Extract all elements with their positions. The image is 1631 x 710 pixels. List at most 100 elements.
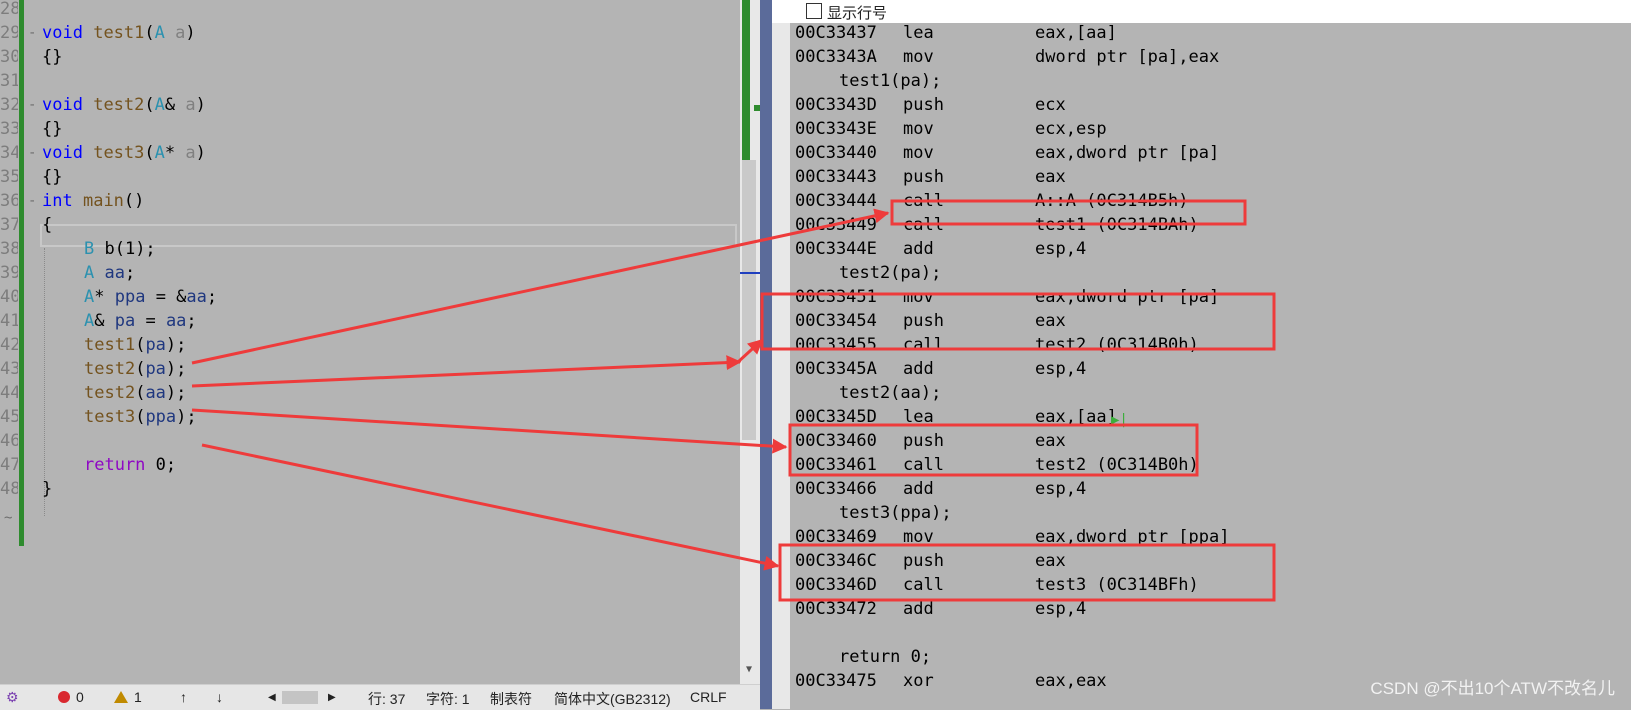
code-text: ; — [206, 287, 218, 307]
instruction-address: 00C33469 — [795, 527, 877, 547]
keyword: int — [42, 191, 73, 211]
warning-icon — [114, 691, 128, 703]
hscroll-right-icon[interactable]: ▶ — [328, 692, 336, 703]
show-line-numbers-checkbox[interactable] — [806, 3, 822, 19]
punctuation: ( — [144, 143, 155, 163]
variable-name: aa — [94, 263, 125, 283]
code-line-41[interactable]: A& pa = aa; — [84, 311, 197, 331]
fold-toggle-test1[interactable]: - — [28, 25, 36, 41]
health-icon[interactable]: ⚙ — [6, 689, 19, 706]
instruction-operands: esp,4 — [1035, 239, 1087, 259]
type-name: A — [84, 311, 95, 331]
scrollbar-thumb[interactable] — [742, 160, 756, 440]
code-text: b(1); — [94, 239, 156, 259]
code-text: = & — [145, 287, 187, 307]
variable-name: ppa — [145, 407, 177, 427]
code-line-37[interactable]: { — [42, 215, 52, 235]
code-line-39[interactable]: A aa; — [84, 263, 135, 283]
instruction-opcode: mov — [903, 287, 934, 307]
instruction-operands: test1 (0C314BAh) — [1035, 215, 1199, 235]
line-number: 44 — [0, 383, 18, 403]
code-line-36[interactable]: int main() — [42, 191, 144, 211]
indent-mode[interactable]: 制表符 — [490, 689, 532, 709]
type-name: A — [154, 95, 165, 115]
code-line-32[interactable]: void test2(A& a) — [42, 95, 206, 115]
code-line-45[interactable]: test3(ppa); — [84, 407, 197, 427]
hscroll-left-icon[interactable]: ◀ — [268, 692, 276, 703]
punctuation: ( — [144, 23, 155, 43]
fold-toggle-test3[interactable]: - — [28, 145, 36, 161]
code-line-34[interactable]: void test3(A* a) — [42, 143, 206, 163]
cursor-char[interactable]: 字符: 1 — [426, 689, 470, 709]
fold-toggle-test2[interactable]: - — [28, 97, 36, 113]
instruction-address: 00C3343A — [795, 47, 877, 67]
code-line-42[interactable]: test1(pa); — [84, 335, 186, 355]
file-encoding[interactable]: 简体中文(GB2312) — [554, 689, 671, 709]
disassembly-margin — [772, 23, 790, 709]
error-icon — [58, 691, 70, 703]
parameter-name: a — [185, 143, 196, 163]
code-line-44[interactable]: test2(aa); — [84, 383, 186, 403]
variable-name: pa — [114, 311, 136, 331]
type-name: A — [84, 287, 95, 307]
keyword: void — [42, 23, 83, 43]
instruction-opcode: push — [903, 431, 944, 451]
code-line-48[interactable]: } — [42, 479, 52, 499]
code-text: ); — [176, 407, 197, 427]
code-editor[interactable]: 28 29 30 31 32 33 34 35 36 37 38 39 40 41 42 43 44 45 46 47… — [0, 0, 740, 684]
punctuation — [165, 23, 175, 43]
code-text: ); — [165, 335, 187, 355]
editor-vertical-scrollbar[interactable]: ▼ — [740, 0, 760, 684]
line-number: 40 — [0, 287, 18, 307]
cursor-line[interactable]: 行: 37 — [368, 689, 405, 709]
previous-issue-button[interactable]: ↑ — [180, 689, 187, 705]
error-count-value: 0 — [76, 689, 84, 705]
code-text: & — [94, 311, 115, 331]
parameter-name: a — [175, 23, 186, 43]
line-number: 38 — [0, 239, 18, 259]
instruction-address: 00C33437 — [795, 23, 877, 43]
code-line-30[interactable]: {} — [42, 47, 62, 67]
disassembly-window[interactable]: 显示行号 00C33437 lea eax,[aa] 00C3343A mov dword… — [772, 0, 1631, 709]
instruction-opcode: push — [903, 95, 944, 115]
source-line-text: test2(aa); — [839, 383, 942, 403]
code-line-29[interactable]: void test1(A a) — [42, 23, 196, 43]
line-number: 39 — [0, 263, 18, 283]
warning-count[interactable]: 1 — [114, 689, 142, 705]
parameter-name: a — [185, 95, 196, 115]
code-text: 0; — [145, 455, 177, 475]
line-number: 48 — [0, 479, 18, 499]
hscroll-thumb[interactable] — [282, 691, 318, 704]
code-line-33[interactable]: {} — [42, 119, 62, 139]
line-endings[interactable]: CRLF — [690, 689, 727, 705]
disassembly-toolbar: 显示行号 — [772, 0, 1631, 23]
code-line-40[interactable]: A* ppa = &aa; — [84, 287, 217, 307]
code-text: ( — [135, 407, 146, 427]
error-count[interactable]: 0 — [58, 689, 84, 705]
instruction-opcode: push — [903, 551, 944, 571]
caret-position-marker — [740, 272, 760, 274]
instruction-address: 00C33440 — [795, 143, 877, 163]
instruction-address: 00C3345D — [795, 407, 877, 427]
code-line-43[interactable]: test2(pa); — [84, 359, 186, 379]
instruction-operands: test2 (0C314B0h) — [1035, 335, 1199, 355]
next-issue-button[interactable]: ↓ — [216, 689, 223, 705]
line-number: 30 — [0, 47, 18, 67]
code-text: * — [94, 287, 115, 307]
variable-name: ppa — [114, 287, 146, 307]
code-line-35[interactable]: {} — [42, 167, 62, 187]
function-name: test3 — [84, 407, 136, 427]
instruction-opcode: lea — [903, 23, 934, 43]
code-line-38[interactable]: B b(1); — [84, 239, 156, 259]
code-line-47[interactable]: return 0; — [84, 455, 176, 475]
instruction-operands: A::A (0C314B5h) — [1035, 191, 1189, 211]
instruction-opcode: lea — [903, 407, 934, 427]
fold-toggle-main[interactable]: - — [28, 193, 36, 209]
scroll-down-icon[interactable]: ▼ — [746, 664, 752, 675]
source-line-text: test2(pa); — [839, 263, 942, 283]
instruction-operands: esp,4 — [1035, 359, 1087, 379]
function-name: main — [82, 191, 124, 211]
run-to-cursor-icon[interactable]: ▶| — [1111, 412, 1128, 428]
code-text: ; — [124, 263, 136, 283]
pane-splitter[interactable] — [760, 0, 772, 709]
